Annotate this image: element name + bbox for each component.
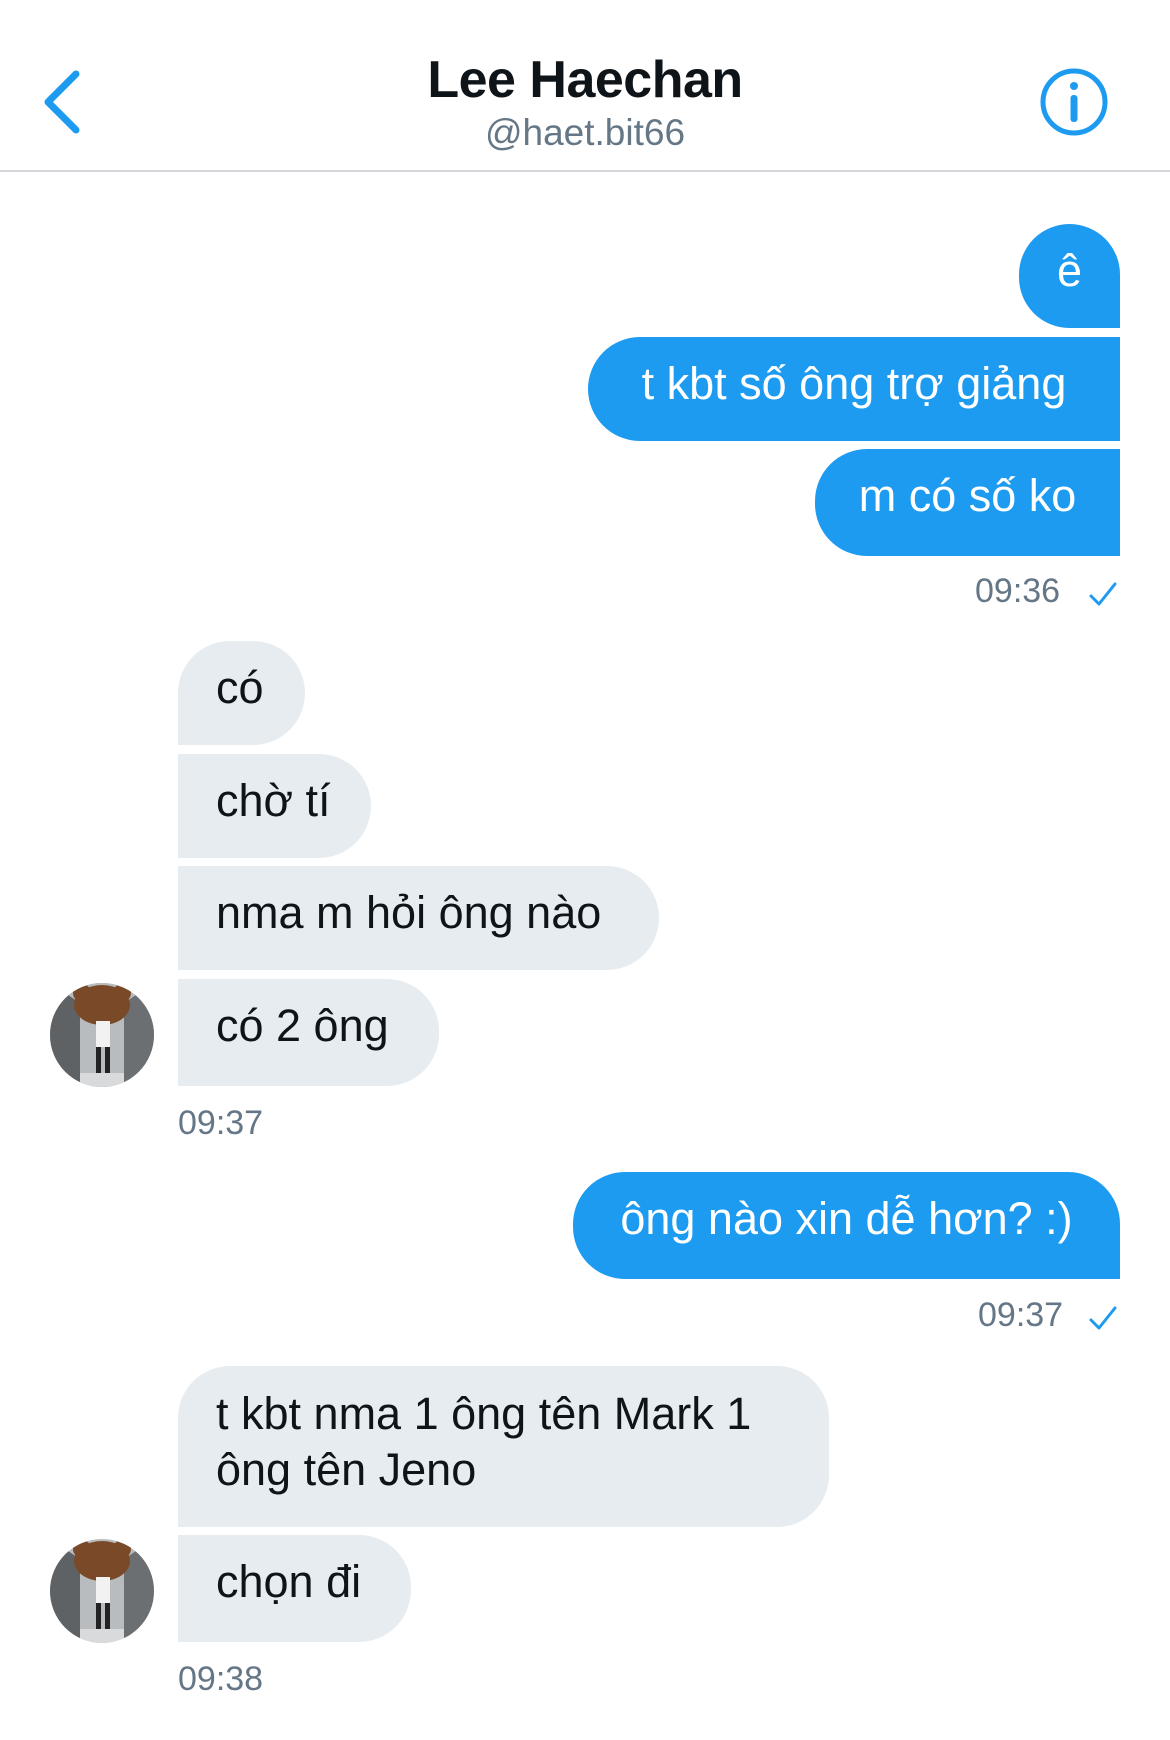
conversation-header: Lee Haechan @haet.bit66 xyxy=(0,0,1170,172)
incoming-message[interactable]: t kbt nma 1 ông tên Mark 1 ông tên Jeno xyxy=(178,1366,829,1527)
sent-check-icon xyxy=(1089,1306,1117,1330)
outgoing-message[interactable]: t kbt số ông trợ giảng xyxy=(588,337,1120,441)
info-button[interactable] xyxy=(1038,66,1110,138)
message-timestamp: 09:36 xyxy=(975,572,1061,610)
message-line: ông tên Jeno xyxy=(216,1444,477,1495)
incoming-message[interactable]: có xyxy=(178,641,305,745)
sent-check-icon xyxy=(1089,582,1117,606)
incoming-message[interactable]: chọn đi xyxy=(178,1535,411,1642)
avatar[interactable] xyxy=(50,983,154,1087)
profile-photo xyxy=(50,983,154,1087)
message-timestamp: 09:37 xyxy=(178,1104,264,1142)
user-handle: @haet.bit66 xyxy=(484,112,686,153)
avatar[interactable] xyxy=(50,1539,154,1643)
incoming-message[interactable]: chờ tí xyxy=(178,754,371,858)
outgoing-message[interactable]: ê xyxy=(1019,224,1120,328)
profile-photo xyxy=(50,1539,154,1643)
page-title[interactable]: Lee Haechan xyxy=(0,50,1170,110)
message-timestamp: 09:38 xyxy=(178,1660,264,1698)
message-line: t kbt nma 1 ông tên Mark 1 xyxy=(216,1388,752,1439)
outgoing-message[interactable]: ông nào xin dễ hơn? :) xyxy=(573,1172,1120,1279)
incoming-message[interactable]: nma m hỏi ông nào xyxy=(178,866,659,970)
info-icon xyxy=(1040,68,1108,136)
incoming-message[interactable]: có 2 ông xyxy=(178,979,439,1086)
message-timestamp: 09:37 xyxy=(978,1296,1064,1334)
outgoing-message[interactable]: m có số ko xyxy=(815,449,1120,556)
